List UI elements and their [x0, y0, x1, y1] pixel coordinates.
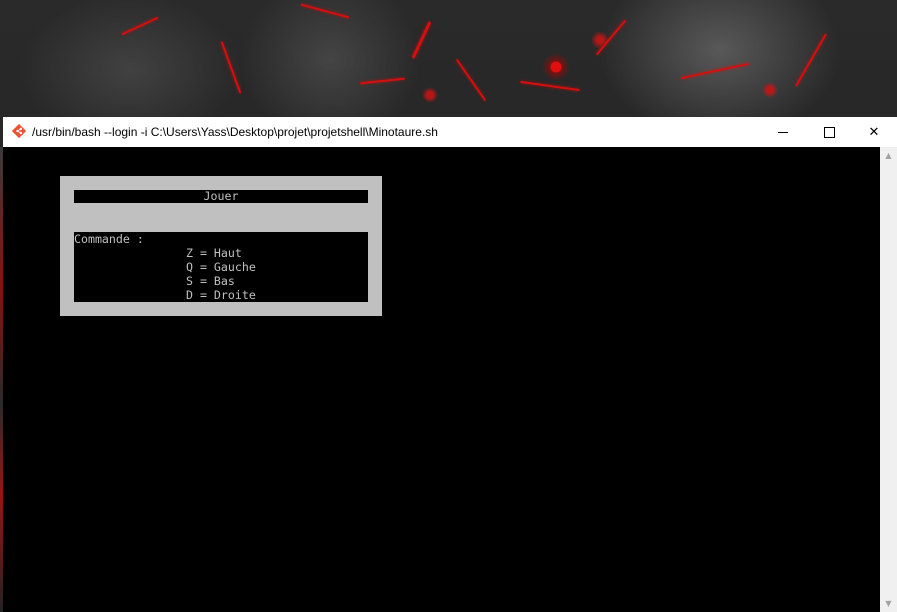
terminal-window[interactable]: /usr/bin/bash --login -i C:\Users\Yass\D…: [3, 117, 897, 612]
wallpaper-lava-crack: [121, 16, 159, 36]
wallpaper-lava-crack: [300, 3, 350, 19]
maximize-icon: [823, 126, 835, 138]
minimize-button[interactable]: [760, 117, 806, 147]
command-left: Q = Gauche: [186, 260, 256, 274]
scroll-down-arrow-icon[interactable]: ▼: [880, 595, 897, 612]
git-bash-icon: [12, 124, 26, 138]
wallpaper-lava-crack: [411, 21, 432, 59]
wallpaper-lava-crack: [520, 80, 580, 92]
wallpaper-lava-crack: [680, 62, 750, 80]
play-menu-item[interactable]: Jouer: [74, 190, 368, 203]
wallpaper-lava-crack: [595, 19, 627, 56]
wallpaper-lava-crack: [220, 41, 242, 94]
terminal-output[interactable]: Jouer Commande : Z = Haut Q = Gauche S =…: [3, 147, 880, 612]
close-icon: ✕: [868, 124, 880, 140]
game-menu-panel: Jouer Commande : Z = Haut Q = Gauche S =…: [60, 176, 382, 316]
command-down: S = Bas: [186, 274, 235, 288]
window-title: /usr/bin/bash --login -i C:\Users\Yass\D…: [32, 125, 438, 139]
vertical-scrollbar[interactable]: ▲ ▼: [880, 147, 897, 612]
command-up: Z = Haut: [186, 246, 242, 260]
wallpaper-lava-crack: [455, 58, 487, 102]
title-bar[interactable]: /usr/bin/bash --login -i C:\Users\Yass\D…: [3, 117, 897, 147]
maximize-button[interactable]: [806, 117, 852, 147]
command-right: D = Droite: [186, 288, 256, 302]
scroll-up-arrow-icon[interactable]: ▲: [880, 147, 897, 164]
wallpaper-lava-crack: [360, 77, 405, 85]
commands-title: Commande :: [74, 232, 144, 246]
wallpaper-lava-crack: [795, 33, 827, 87]
minimize-icon: [778, 132, 788, 133]
close-button[interactable]: ✕: [851, 117, 897, 147]
commands-box: Commande : Z = Haut Q = Gauche S = Bas D…: [74, 232, 368, 302]
